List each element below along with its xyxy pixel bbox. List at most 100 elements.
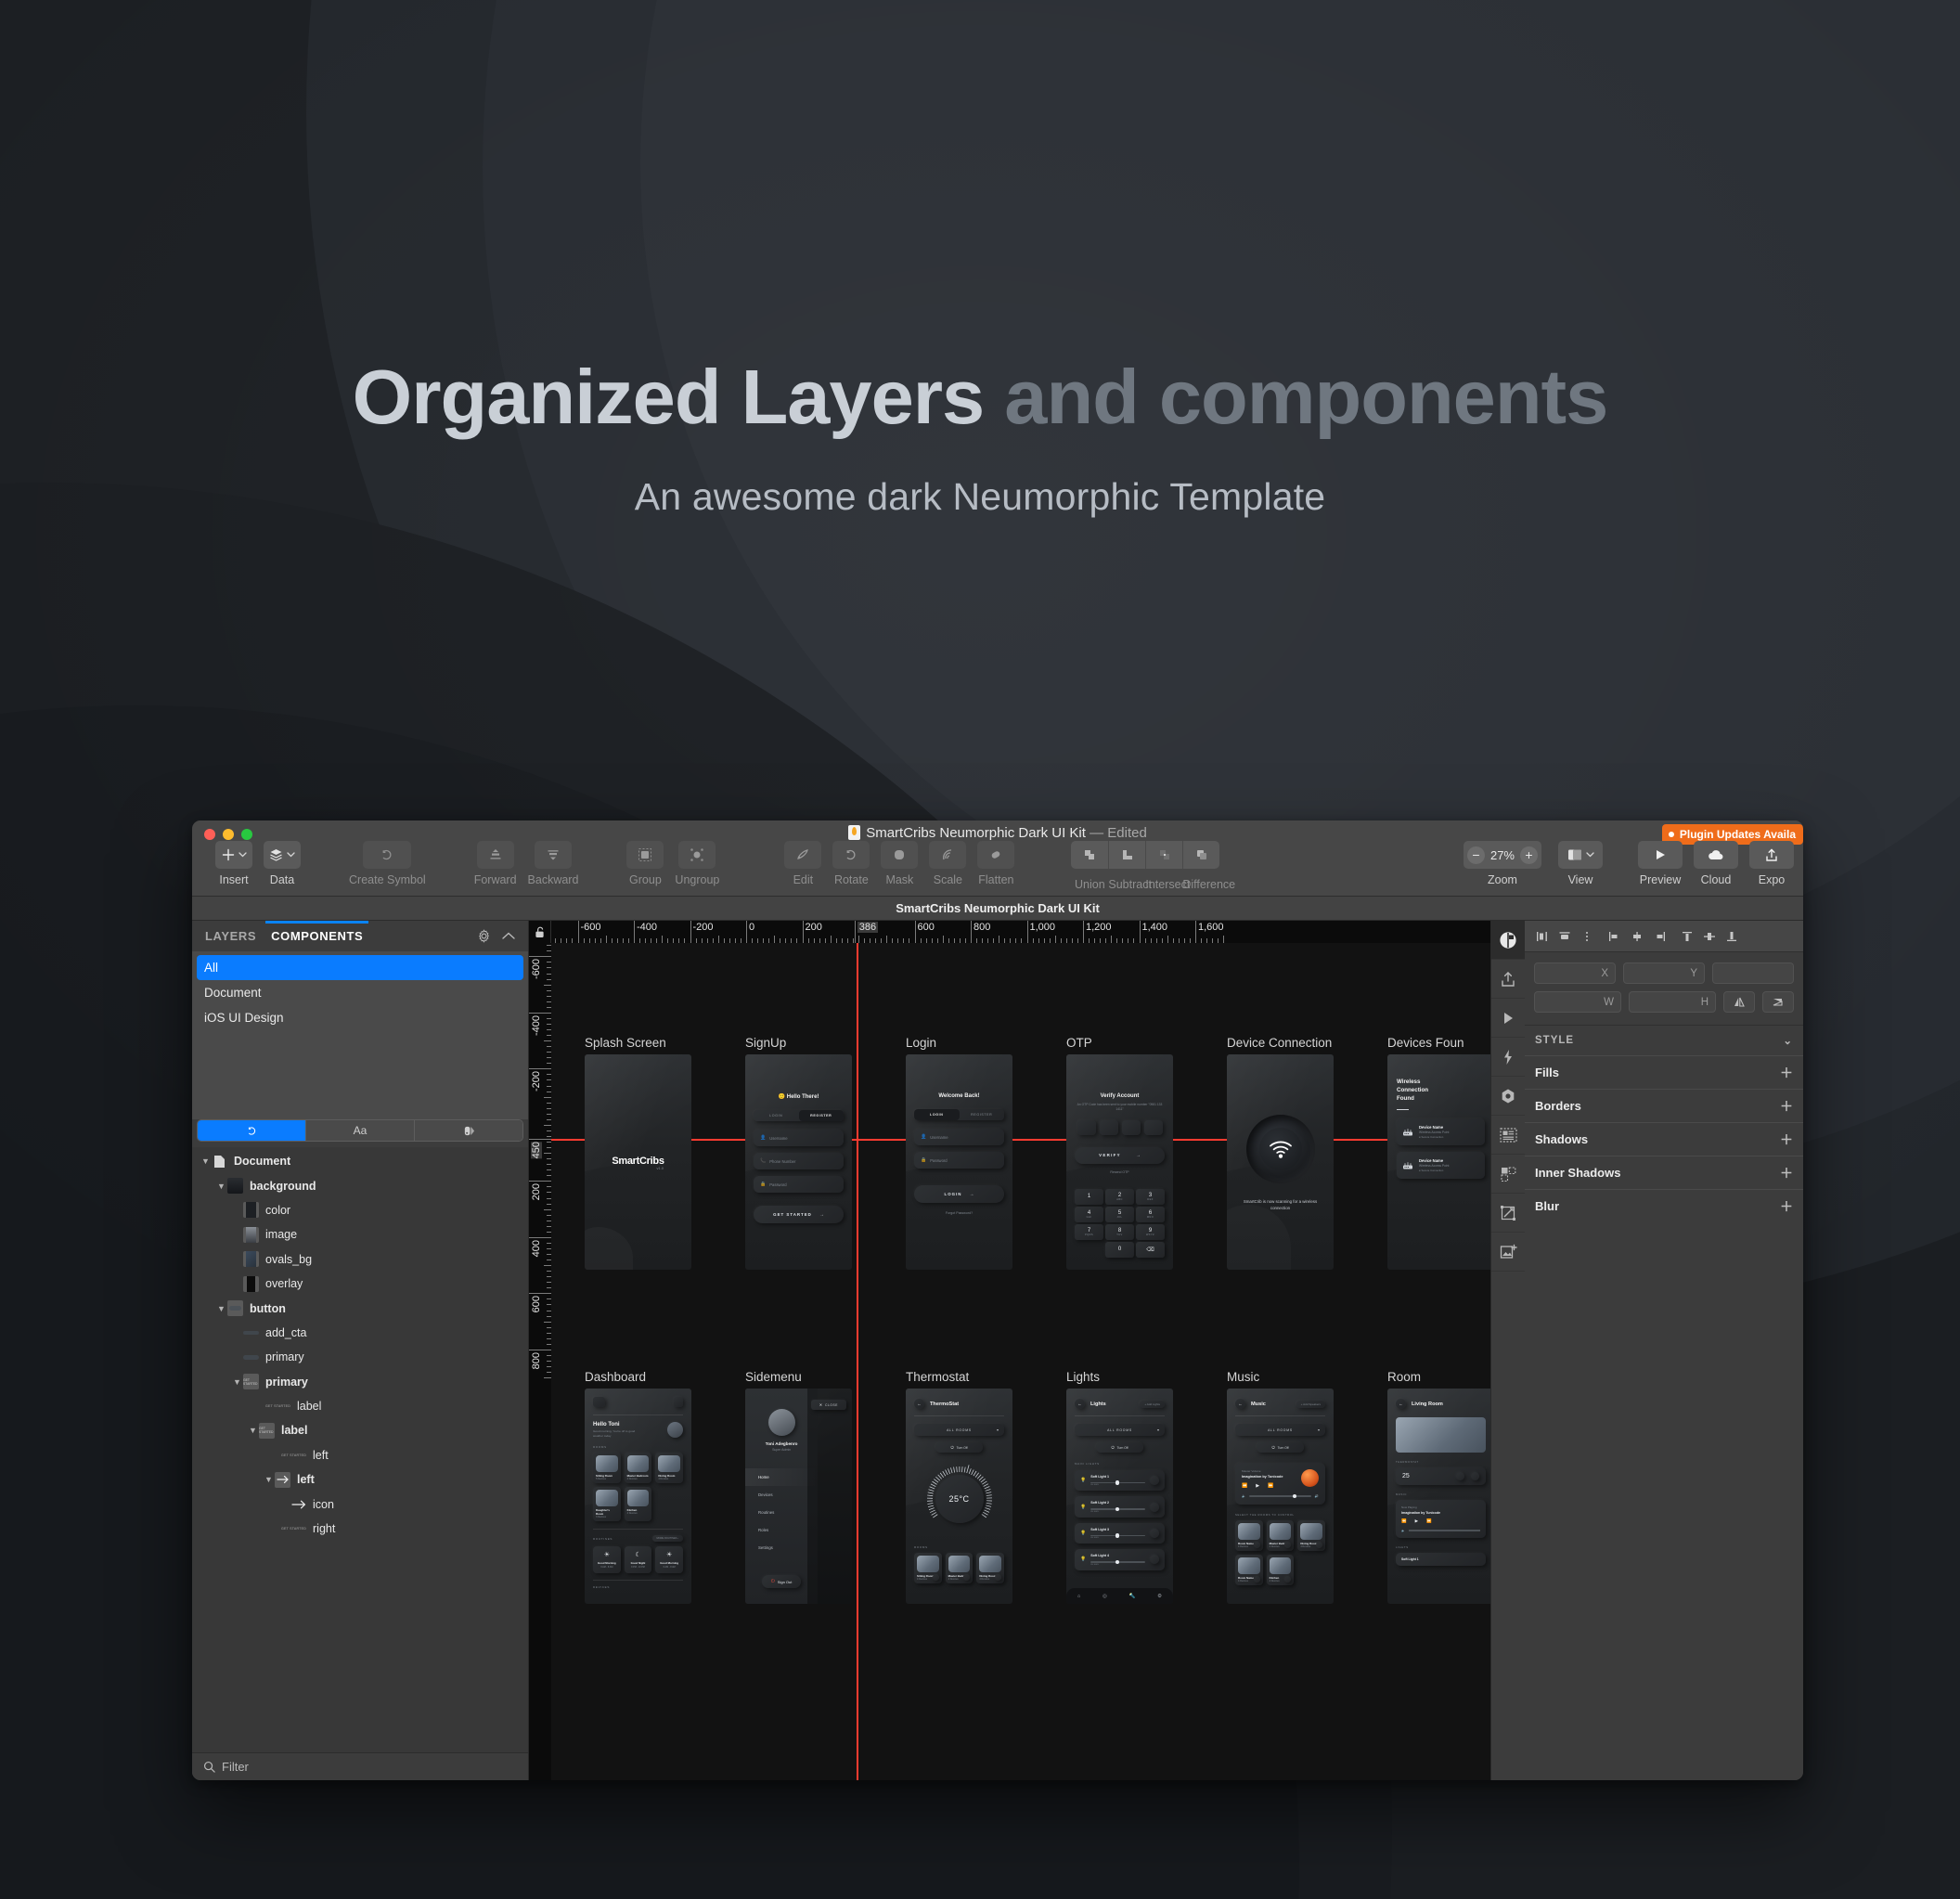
layer-row-icon[interactable]: icon (192, 1492, 528, 1516)
distribute-left-icon[interactable] (1605, 926, 1625, 947)
align-toolbar[interactable] (1525, 921, 1803, 952)
style-row-borders[interactable]: Borders ＋ (1525, 1089, 1803, 1122)
light-power-button[interactable] (1150, 1503, 1159, 1512)
room-power-button[interactable] (1254, 1542, 1260, 1548)
volume-slider[interactable]: 🔈🔊 (1242, 1494, 1319, 1498)
artboard-frame[interactable]: SmartCribsv1.0 (585, 1054, 691, 1270)
style-row-blur[interactable]: Blur ＋ (1525, 1189, 1803, 1222)
align-left-icon[interactable] (1532, 926, 1553, 947)
artboard-name[interactable]: Thermostat (906, 1370, 1012, 1384)
keypad-key-8[interactable]: 8TUV (1105, 1224, 1134, 1240)
disclosure-triangle-icon[interactable]: ▼ (263, 1475, 275, 1484)
sidemenu-avatar[interactable] (768, 1409, 795, 1436)
backward-button[interactable] (535, 841, 572, 869)
back-button[interactable]: ← (1235, 1399, 1245, 1409)
input-username[interactable]: 👤Username (914, 1129, 1004, 1145)
preview-button[interactable] (1638, 841, 1683, 869)
toolbar-item-scale[interactable]: Scale (923, 841, 972, 886)
notifications-button[interactable] (674, 1397, 683, 1407)
light-power-button[interactable] (1150, 1529, 1159, 1538)
rooms-grid[interactable]: Room Name4 DevicesMaster Bedroom4 Device… (1235, 1520, 1325, 1585)
otp-code-inputs[interactable] (1075, 1120, 1165, 1135)
layer-row-label[interactable]: GET STARTEDlabel (192, 1394, 528, 1418)
keypad-key-6[interactable]: 6MNO (1136, 1207, 1165, 1222)
room-player-controls[interactable]: ⏪▶⏩ (1401, 1518, 1480, 1524)
disclosure-triangle-icon[interactable]: ▼ (200, 1156, 212, 1166)
disclosure-triangle-icon[interactable]: ▼ (215, 1304, 227, 1313)
align-middle-icon[interactable] (1699, 926, 1720, 947)
cta-login[interactable]: LOGIN→ (914, 1185, 1004, 1203)
x-field[interactable]: X (1534, 962, 1616, 984)
next-icon[interactable]: ⏩ (1426, 1518, 1432, 1524)
auth-tab-login[interactable]: LOGIN (754, 1110, 799, 1121)
forward-button[interactable] (477, 841, 514, 869)
otp-digit-box[interactable] (1077, 1120, 1096, 1135)
artboard-frame[interactable]: Verify AccountAn OTP Code has been sent … (1066, 1054, 1173, 1270)
next-icon[interactable]: ⏩ (1268, 1483, 1273, 1489)
distribute-center-icon[interactable] (1627, 926, 1647, 947)
difference-button[interactable] (1182, 841, 1219, 869)
zoom-out-button[interactable]: − (1467, 846, 1485, 864)
back-button[interactable]: ← (914, 1399, 924, 1409)
otp-verify-button[interactable]: VERIFY→ (1075, 1147, 1165, 1164)
gear-icon[interactable] (477, 929, 491, 943)
back-button[interactable]: ← (1075, 1399, 1085, 1409)
volume-track[interactable] (1249, 1495, 1311, 1496)
room-power-button[interactable] (1254, 1576, 1260, 1582)
room-card[interactable]: Room Name4 Devices (1235, 1555, 1263, 1585)
nav-thermostat-icon[interactable]: ◎ (1102, 1594, 1107, 1599)
horizontal-ruler[interactable]: -1,000-800-600-400-20002003866008001,000… (551, 921, 1490, 943)
prototype-icon[interactable] (1491, 999, 1525, 1038)
room-card[interactable]: Dining Room4 Devices (976, 1553, 1004, 1583)
turn-off-toggle[interactable]: ⏻Turn Off (1096, 1442, 1142, 1453)
toolbar-item-insert[interactable]: Insert (210, 841, 258, 886)
style-row-inner-shadows[interactable]: Inner Shadows ＋ (1525, 1156, 1803, 1189)
artboard-name[interactable]: Login (906, 1036, 1012, 1050)
bottom-nav[interactable]: ⌂◎🔦⚙ (1066, 1588, 1173, 1604)
temperature-dial[interactable]: 25°C (923, 1463, 996, 1535)
radius-field[interactable] (1712, 962, 1794, 984)
light-slider-group[interactable]: Soft Light 40% 100% (1090, 1554, 1145, 1565)
zoom-control[interactable]: − 27% + (1464, 841, 1541, 869)
room-volume-track[interactable] (1409, 1530, 1480, 1531)
toolbar-item-zoom[interactable]: − 27% + Zoom (1458, 841, 1547, 886)
toolbar-item-group[interactable]: Group (621, 841, 669, 886)
auth-tab-login[interactable]: LOGIN (914, 1109, 960, 1120)
toolbar-item-data[interactable]: Data (258, 841, 306, 886)
light-row[interactable]: 💡Soft Light 20% 100% (1075, 1496, 1165, 1517)
add-speakers-button[interactable]: + Add Speakers (1296, 1401, 1325, 1408)
room-power-button[interactable] (933, 1574, 939, 1581)
nav-lights-icon[interactable]: 🔦 (1129, 1594, 1136, 1599)
layer-filter-bar[interactable]: Filter (192, 1752, 528, 1780)
layer-row-document[interactable]: ▼Document (192, 1149, 528, 1173)
layer-row-label[interactable]: ▼GET STARTEDlabel (192, 1418, 528, 1442)
union-button[interactable] (1071, 841, 1108, 869)
toolbar-item-flatten[interactable]: Flatten (972, 841, 1020, 886)
layer-row-ovals-bg[interactable]: ovals_bg (192, 1247, 528, 1272)
disclosure-triangle-icon[interactable]: ▼ (215, 1182, 227, 1191)
artboard-frame[interactable]: Hello ToniGood morning, You're off to go… (585, 1389, 691, 1604)
symbol-overrides-icon[interactable] (1491, 1155, 1525, 1194)
style-row-shadows[interactable]: Shadows ＋ (1525, 1122, 1803, 1156)
room-card[interactable]: Master Bedroom4 Devices (1267, 1520, 1295, 1551)
artboard-frame[interactable]: SmartCrib is now scanning for a wireless… (1227, 1054, 1334, 1270)
play-icon[interactable]: ▶ (1256, 1483, 1259, 1489)
y-field[interactable]: Y (1623, 962, 1705, 984)
components-item-ios-ui-design[interactable]: iOS UI Design (197, 1005, 523, 1030)
slider-thumb[interactable] (1115, 1480, 1120, 1485)
toolbar-item-backward[interactable]: Backward (522, 841, 585, 886)
otp-digit-box[interactable] (1122, 1120, 1141, 1135)
room-card[interactable]: Kitchen4 Devices (1267, 1555, 1295, 1585)
room-power-button[interactable] (995, 1574, 1001, 1581)
document-tab-strip[interactable]: SmartCribs Neumorphic Dark UI Kit (192, 897, 1803, 921)
layer-row-background[interactable]: ▼background (192, 1173, 528, 1197)
components-item-document[interactable]: Document (197, 980, 523, 1005)
turn-off-toggle[interactable]: ⏻Turn Off (935, 1442, 982, 1453)
routine-card[interactable]: ☀Good Morning6 AM - 8 AM (593, 1546, 621, 1573)
filter-layer-styles-button[interactable] (414, 1120, 522, 1141)
device-card[interactable]: Device NameWireless Access Point● Secure… (1397, 1118, 1485, 1145)
toolbar-item-rotate[interactable]: Rotate (827, 841, 875, 886)
artboard-frame[interactable]: ←Music+ Add SpeakersALL ROOMS▾⏻Turn OffM… (1227, 1389, 1334, 1604)
toolbar-item-edit[interactable]: Edit (779, 841, 827, 886)
scale-button[interactable] (929, 841, 966, 869)
